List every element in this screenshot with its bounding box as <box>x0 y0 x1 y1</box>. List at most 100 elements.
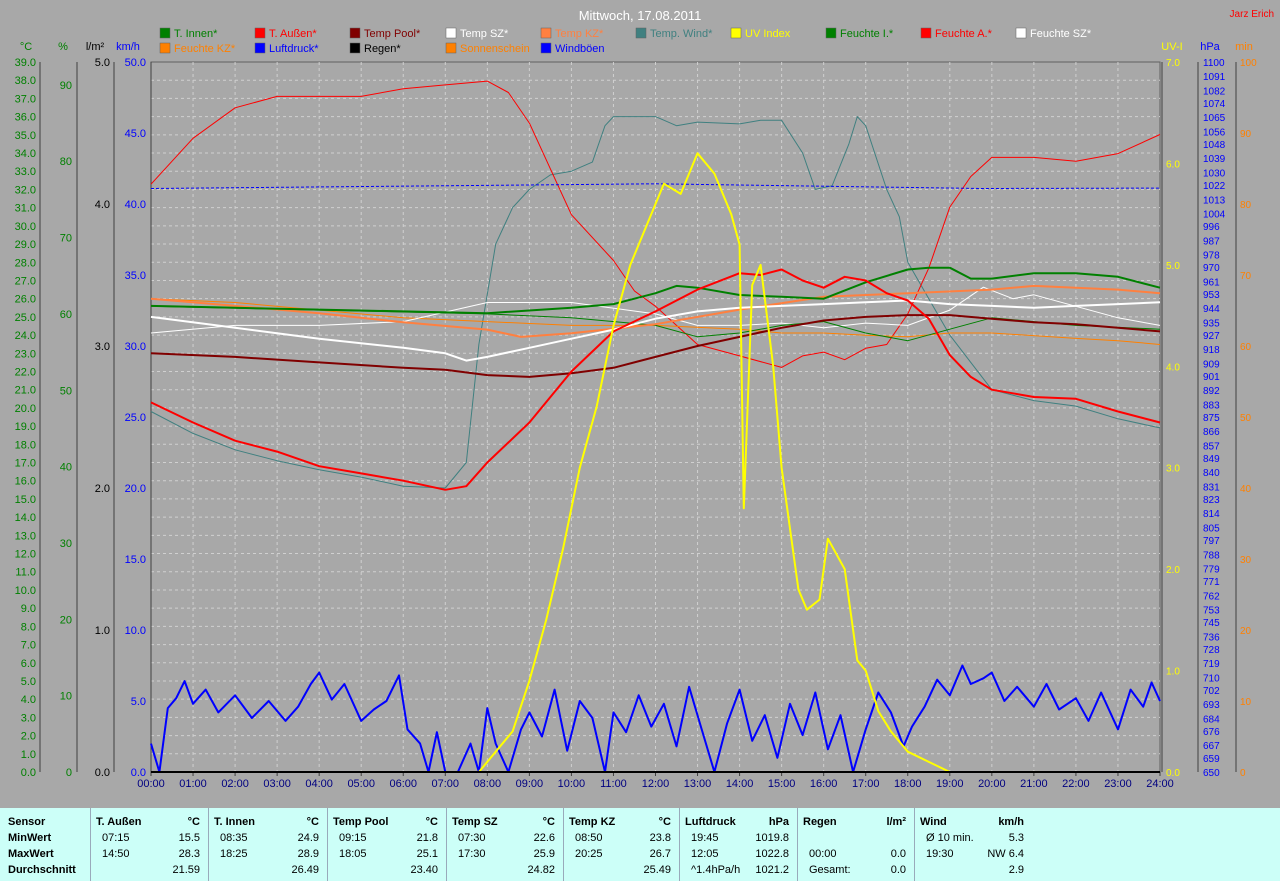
stats-value: 23.8 <box>649 832 671 844</box>
axis-unit-label: min <box>1235 41 1253 53</box>
y-tick-label-pressure_hpa: 779 <box>1203 564 1220 575</box>
y-tick-label-sunshine_min: 70 <box>1240 271 1252 282</box>
x-tick-label: 10:00 <box>558 778 586 790</box>
stats-row-label: MaxWert <box>8 848 54 860</box>
y-tick-label-wind_kmh: 40.0 <box>125 199 146 211</box>
y-tick-label-wind_kmh: 35.0 <box>125 270 146 282</box>
stats-column-unit: °C <box>306 816 319 828</box>
y-tick-label-pressure_hpa: 710 <box>1203 673 1220 684</box>
y-tick-label-rain_lm2: 5.0 <box>95 57 110 69</box>
y-tick-label-temp_c: 21.0 <box>15 385 36 397</box>
y-tick-label-pressure_hpa: 797 <box>1203 536 1220 547</box>
y-tick-label-pressure_hpa: 659 <box>1203 754 1220 765</box>
y-tick-label-uv_index: 5.0 <box>1166 261 1180 272</box>
stats-value: 21.59 <box>172 864 200 876</box>
stats-value: 5.3 <box>1008 832 1024 844</box>
y-tick-label-sunshine_min: 20 <box>1240 626 1252 637</box>
y-tick-label-pressure_hpa: 1056 <box>1203 127 1226 138</box>
legend-label: Windböen <box>555 43 605 55</box>
y-tick-label-sunshine_min: 10 <box>1240 697 1252 708</box>
y-tick-label-temp_c: 34.0 <box>15 148 36 160</box>
legend-label: Temp Pool* <box>364 28 421 40</box>
y-tick-label-wind_kmh: 20.0 <box>125 483 146 495</box>
y-tick-label-pressure_hpa: 771 <box>1203 577 1220 588</box>
x-tick-label: 02:00 <box>221 778 249 790</box>
y-tick-label-wind_kmh: 15.0 <box>125 554 146 566</box>
stats-column-separator <box>563 808 564 881</box>
y-tick-label-uv_index: 4.0 <box>1166 362 1180 373</box>
x-tick-label: 22:00 <box>1062 778 1090 790</box>
y-tick-label-pressure_hpa: 650 <box>1203 768 1220 779</box>
legend-label: Regen* <box>364 43 401 55</box>
stats-column-separator <box>914 808 915 881</box>
y-tick-label-temp_c: 5.0 <box>21 676 36 688</box>
y-tick-label-pressure_hpa: 892 <box>1203 386 1220 397</box>
legend-label: Feuchte I.* <box>840 28 894 40</box>
y-tick-label-temp_c: 12.0 <box>15 549 36 561</box>
y-tick-label-pressure_hpa: 961 <box>1203 277 1220 288</box>
y-tick-label-temp_c: 19.0 <box>15 421 36 433</box>
y-tick-label-temp_c: 35.0 <box>15 130 36 142</box>
y-tick-label-pressure_hpa: 762 <box>1203 591 1220 602</box>
y-tick-label-temp_c: 32.0 <box>15 184 36 196</box>
y-tick-label-sunshine_min: 30 <box>1240 555 1252 566</box>
x-tick-label: 03:00 <box>263 778 291 790</box>
y-tick-label-pressure_hpa: 901 <box>1203 372 1220 383</box>
stats-column-unit: °C <box>425 816 438 828</box>
x-tick-label: 24:00 <box>1146 778 1174 790</box>
legend-swatch <box>349 42 361 54</box>
x-tick-label: 13:00 <box>684 778 712 790</box>
stats-value: 25.49 <box>643 864 671 876</box>
y-tick-label-humidity_pct: 80 <box>60 156 72 168</box>
y-tick-label-pressure_hpa: 1074 <box>1203 99 1226 110</box>
legend-label: Sonnenschein <box>460 43 530 55</box>
legend-label: Feuchte SZ* <box>1030 28 1092 40</box>
y-tick-label-temp_c: 6.0 <box>21 658 36 670</box>
y-tick-label-pressure_hpa: 996 <box>1203 222 1220 233</box>
stats-row-label: Durchschnitt <box>8 864 76 876</box>
legend-label: T. Außen* <box>269 28 317 40</box>
y-tick-label-temp_c: 8.0 <box>21 621 36 633</box>
y-tick-label-pressure_hpa: 953 <box>1203 290 1220 301</box>
y-tick-label-pressure_hpa: 814 <box>1203 509 1220 520</box>
y-tick-label-uv_index: 2.0 <box>1166 565 1180 576</box>
y-tick-label-pressure_hpa: 676 <box>1203 727 1220 738</box>
stats-column-unit: l/m² <box>886 816 906 828</box>
stats-column-separator <box>446 808 447 881</box>
y-tick-label-pressure_hpa: 753 <box>1203 605 1220 616</box>
legend-swatch <box>445 27 457 39</box>
legend-swatch <box>159 27 171 39</box>
legend-label: Feuchte A.* <box>935 28 993 40</box>
y-tick-label-humidity_pct: 30 <box>60 538 72 550</box>
stats-value: 25.1 <box>416 848 438 860</box>
legend-swatch <box>540 42 552 54</box>
stats-value: 26.7 <box>649 848 671 860</box>
legend-swatch <box>254 27 266 39</box>
y-tick-label-sunshine_min: 80 <box>1240 200 1252 211</box>
y-tick-label-rain_lm2: 0.0 <box>95 767 110 779</box>
stats-value: 1019.8 <box>755 832 789 844</box>
y-tick-label-temp_c: 1.0 <box>21 749 36 761</box>
stats-column-unit: km/h <box>998 816 1024 828</box>
y-tick-label-temp_c: 4.0 <box>21 694 36 706</box>
y-tick-label-pressure_hpa: 849 <box>1203 454 1220 465</box>
author-label: Jarz Erich <box>1230 9 1274 20</box>
y-tick-label-pressure_hpa: 918 <box>1203 345 1220 356</box>
legend-swatch <box>1015 27 1027 39</box>
stats-value: 22.6 <box>533 832 555 844</box>
y-tick-label-pressure_hpa: 788 <box>1203 550 1220 561</box>
stats-value: 1022.8 <box>755 848 789 860</box>
y-tick-label-pressure_hpa: 857 <box>1203 441 1220 452</box>
x-tick-label: 12:00 <box>642 778 670 790</box>
y-tick-label-pressure_hpa: 935 <box>1203 318 1220 329</box>
stats-column-separator <box>797 808 798 881</box>
legend-swatch <box>254 42 266 54</box>
y-tick-label-temp_c: 2.0 <box>21 731 36 743</box>
y-tick-label-wind_kmh: 10.0 <box>125 625 146 637</box>
stats-value: 2.9 <box>1008 864 1024 876</box>
legend-label: Temp. Wind* <box>650 28 713 40</box>
y-tick-label-temp_c: 7.0 <box>21 640 36 652</box>
x-tick-label: 15:00 <box>768 778 796 790</box>
x-tick-label: 04:00 <box>305 778 333 790</box>
y-tick-label-rain_lm2: 4.0 <box>95 199 110 211</box>
